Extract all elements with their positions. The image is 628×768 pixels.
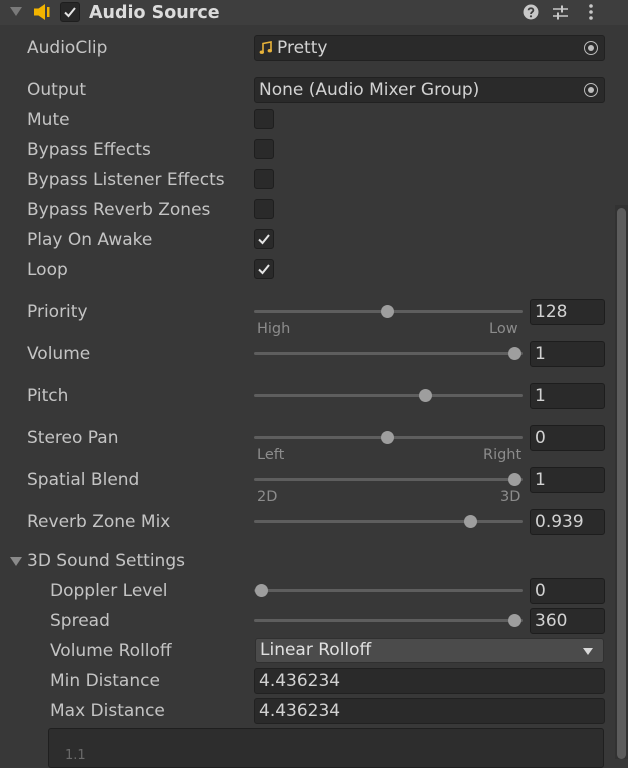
spatial-blend-min-label: 2D (257, 489, 278, 505)
volume-input[interactable]: 1 (530, 341, 605, 367)
spatial-blend-slider-track[interactable] (254, 478, 523, 481)
volume-rolloff-value: Linear Rolloff (260, 640, 372, 660)
min-distance-label: Min Distance (50, 671, 160, 691)
sliders-icon[interactable] (552, 4, 569, 21)
3d-sound-foldout-icon[interactable] (10, 557, 22, 566)
component-enabled-checkbox[interactable] (60, 2, 80, 22)
volume-slider-track[interactable] (254, 352, 523, 355)
max-distance-label: Max Distance (50, 701, 165, 721)
spread-slider-thumb[interactable] (507, 614, 521, 627)
output-value: None (Audio Mixer Group) (259, 80, 480, 100)
doppler-level-slider-track[interactable] (254, 589, 523, 592)
spread-label: Spread (50, 611, 110, 631)
doppler-level-slider-thumb[interactable] (254, 584, 268, 597)
bypass-listener-effects-label: Bypass Listener Effects (27, 170, 225, 190)
stereo-pan-label: Stereo Pan (27, 428, 119, 448)
pitch-slider-track[interactable] (254, 394, 523, 397)
priority-label: Priority (27, 302, 88, 322)
checkmark-icon (258, 264, 270, 275)
3d-sound-settings-header[interactable]: 3D Sound Settings (27, 551, 185, 571)
spatial-blend-label: Spatial Blend (27, 470, 140, 490)
min-distance-input[interactable]: 4.436234 (254, 668, 605, 694)
stereo-pan-max-label: Right (483, 447, 522, 463)
priority-input[interactable]: 128 (530, 299, 605, 325)
object-picker-target-icon[interactable] (584, 41, 598, 55)
reverb-zone-mix-input[interactable]: 0.939 (530, 509, 605, 535)
scrollbar-thumb[interactable] (617, 208, 626, 759)
spread-input[interactable]: 360 (530, 608, 605, 634)
help-icon[interactable] (523, 4, 539, 20)
reverb-zone-mix-slider-thumb[interactable] (464, 515, 478, 528)
audioclip-field[interactable]: Pretty (254, 35, 605, 61)
reverb-zone-mix-label: Reverb Zone Mix (27, 512, 171, 532)
bypass-effects-checkbox[interactable] (254, 139, 274, 159)
reverb-zone-mix-slider-track[interactable] (254, 520, 523, 523)
checkmark-icon (64, 7, 76, 18)
foldout-arrow-icon[interactable] (10, 7, 22, 16)
priority-min-label: High (257, 321, 291, 337)
component-header: Audio Source (0, 0, 628, 25)
mute-label: Mute (27, 110, 70, 130)
loop-checkbox[interactable] (254, 259, 274, 279)
volume-slider-thumb[interactable] (507, 347, 521, 360)
play-on-awake-checkbox[interactable] (254, 229, 274, 249)
component-title: Audio Source (89, 3, 220, 23)
doppler-level-input[interactable]: 0 (530, 578, 605, 604)
mute-checkbox[interactable] (254, 109, 274, 129)
kebab-menu-icon[interactable] (586, 3, 596, 21)
speaker-icon (34, 4, 50, 20)
stereo-pan-input[interactable]: 0 (530, 425, 605, 451)
rolloff-curve-graph[interactable]: 1.1 (48, 728, 604, 768)
spread-slider-track[interactable] (254, 619, 523, 622)
audioclip-label: AudioClip (27, 38, 108, 58)
bypass-listener-effects-checkbox[interactable] (254, 169, 274, 189)
pitch-slider-thumb[interactable] (418, 389, 432, 402)
volume-rolloff-dropdown[interactable]: Linear Rolloff (255, 638, 604, 663)
chevron-down-icon (583, 648, 593, 655)
checkmark-icon (258, 234, 270, 245)
volume-label: Volume (27, 344, 91, 364)
curve-axis-tick-label: 1.1 (65, 748, 86, 763)
volume-rolloff-label: Volume Rolloff (50, 641, 172, 661)
output-field[interactable]: None (Audio Mixer Group) (254, 77, 605, 103)
pitch-input[interactable]: 1 (530, 383, 605, 409)
spatial-blend-input[interactable]: 1 (530, 467, 605, 493)
output-label: Output (27, 80, 87, 100)
loop-label: Loop (27, 260, 68, 280)
audioclip-value: Pretty (277, 38, 328, 58)
spatial-blend-max-label: 3D (500, 489, 521, 505)
stereo-pan-slider-thumb[interactable] (381, 431, 394, 444)
bypass-reverb-zones-label: Bypass Reverb Zones (27, 200, 211, 220)
priority-max-label: Low (489, 321, 518, 337)
bypass-reverb-zones-checkbox[interactable] (254, 199, 274, 219)
play-on-awake-label: Play On Awake (27, 230, 153, 250)
music-note-icon (259, 41, 272, 54)
priority-slider-thumb[interactable] (381, 305, 394, 318)
max-distance-input[interactable]: 4.436234 (254, 698, 605, 724)
stereo-pan-min-label: Left (257, 447, 285, 463)
doppler-level-label: Doppler Level (50, 581, 168, 601)
spatial-blend-slider-thumb[interactable] (507, 473, 521, 486)
pitch-label: Pitch (27, 386, 69, 406)
object-picker-target-icon[interactable] (584, 83, 598, 97)
bypass-effects-label: Bypass Effects (27, 140, 151, 160)
